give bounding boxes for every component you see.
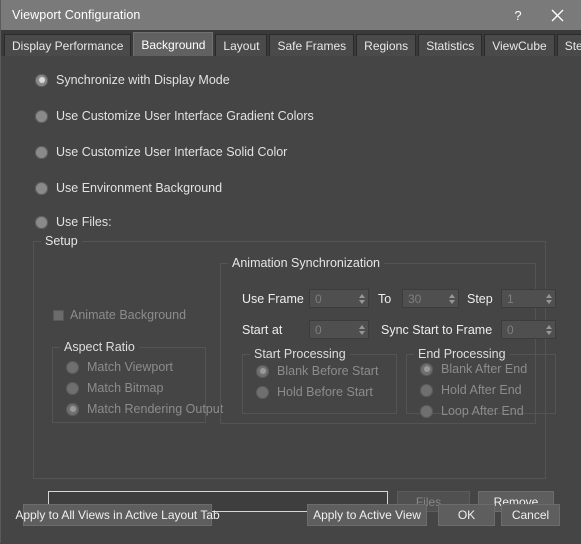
spinner-arrows-icon[interactable] xyxy=(445,290,458,307)
radio-indicator xyxy=(35,145,48,159)
use-frame-spinner[interactable]: 0 xyxy=(309,289,369,308)
end-option-hold-after-end[interactable]: Hold After End xyxy=(420,383,522,397)
option-label: Use Environment Background xyxy=(56,181,223,195)
tab-display-performance[interactable]: Display Performance xyxy=(4,34,132,56)
option-label: Use Customize User Interface Gradient Co… xyxy=(56,109,314,123)
option-label: Match Viewport xyxy=(87,360,173,374)
to-frame-value: 30 xyxy=(408,291,422,306)
use-frame-label: Use Frame xyxy=(242,292,304,306)
window-title: Viewport Configuration xyxy=(12,8,141,22)
aspect-option-match-rendering-output[interactable]: Match Rendering Output xyxy=(66,402,223,416)
option-label: Match Rendering Output xyxy=(87,402,224,416)
option-use-customize-ui-solid-color[interactable]: Use Customize User Interface Solid Color xyxy=(35,145,287,159)
option-label: Use Customize User Interface Solid Color xyxy=(56,145,288,159)
aspect-option-match-viewport[interactable]: Match Viewport xyxy=(66,360,173,374)
cancel-button[interactable]: Cancel xyxy=(501,504,560,526)
tab-safe-frames[interactable]: Safe Frames xyxy=(269,34,355,56)
sync-start-to-frame-spinner[interactable]: 0 xyxy=(501,320,556,339)
option-use-environment-background[interactable]: Use Environment Background xyxy=(35,181,222,195)
step-value: 1 xyxy=(507,291,514,306)
tab-regions[interactable]: Regions xyxy=(356,34,417,56)
animate-background-label: Animate Background xyxy=(70,308,187,322)
option-label: Blank After End xyxy=(441,362,528,376)
radio-indicator xyxy=(66,381,79,395)
start-at-spinner[interactable]: 0 xyxy=(309,320,369,339)
aspect-option-match-bitmap[interactable]: Match Bitmap xyxy=(66,381,163,395)
end-processing-group-title: End Processing xyxy=(414,347,510,361)
radio-indicator xyxy=(256,364,269,378)
radio-indicator xyxy=(35,215,48,229)
to-frame-spinner[interactable]: 30 xyxy=(402,289,459,308)
end-processing-group: End Processing Blank After End Hold Afte… xyxy=(406,347,556,418)
step-label: Step xyxy=(467,292,493,306)
option-label: Hold Before Start xyxy=(277,385,373,399)
help-icon-glyph: ? xyxy=(514,7,522,23)
use-frame-value: 0 xyxy=(315,291,322,306)
option-label: Match Bitmap xyxy=(87,381,164,395)
radio-indicator xyxy=(66,360,79,374)
end-option-blank-after-end[interactable]: Blank After End xyxy=(420,362,527,376)
radio-indicator xyxy=(420,362,433,376)
radio-indicator xyxy=(35,73,48,87)
radio-indicator xyxy=(35,181,48,195)
option-use-files[interactable]: Use Files: xyxy=(35,215,112,229)
animation-sync-group-title: Animation Synchronization xyxy=(228,256,384,270)
animate-background-checkbox[interactable]: Animate Background xyxy=(53,308,186,322)
radio-indicator xyxy=(420,404,433,418)
start-processing-group-title: Start Processing xyxy=(250,347,350,361)
aspect-ratio-group: Aspect Ratio Match Viewport Match Bitmap… xyxy=(52,340,223,423)
end-option-loop-after-end[interactable]: Loop After End xyxy=(420,404,524,418)
tab-bar: Display Performance Background Layout Sa… xyxy=(1,30,581,57)
close-icon[interactable] xyxy=(540,0,574,30)
start-option-blank-before-start[interactable]: Blank Before Start xyxy=(256,364,378,378)
apply-to-active-view-button[interactable]: Apply to Active View xyxy=(307,504,427,526)
help-icon[interactable]: ? xyxy=(501,0,535,30)
tab-background[interactable]: Background xyxy=(133,32,214,56)
option-label: Synchronize with Display Mode xyxy=(56,73,230,87)
ok-button[interactable]: OK xyxy=(438,504,495,526)
spinner-arrows-icon[interactable] xyxy=(542,290,555,307)
start-at-label: Start at xyxy=(242,323,283,337)
apply-to-all-views-button[interactable]: Apply to All Views in Active Layout Tab xyxy=(15,504,220,526)
radio-indicator xyxy=(35,109,48,123)
radio-indicator xyxy=(256,385,269,399)
tab-viewcube[interactable]: ViewCube xyxy=(484,34,555,56)
spinner-arrows-icon[interactable] xyxy=(355,321,368,338)
close-icon-glyph xyxy=(551,9,563,21)
option-label: Loop After End xyxy=(441,404,524,418)
tab-steeringwheels[interactable]: SteeringWheels xyxy=(556,34,581,56)
option-label: Use Files: xyxy=(56,215,112,229)
to-label: To xyxy=(378,292,392,306)
spinner-arrows-icon[interactable] xyxy=(355,290,368,307)
start-processing-group: Start Processing Blank Before Start Hold… xyxy=(242,347,397,414)
option-use-customize-ui-gradient-colors[interactable]: Use Customize User Interface Gradient Co… xyxy=(35,109,314,123)
tab-statistics[interactable]: Statistics xyxy=(418,34,483,56)
aspect-ratio-group-title: Aspect Ratio xyxy=(60,340,139,354)
step-spinner[interactable]: 1 xyxy=(501,289,556,308)
sync-start-value: 0 xyxy=(507,322,514,337)
animation-synchronization-group: Animation Synchronization Use Frame 0 To… xyxy=(220,256,556,424)
radio-indicator xyxy=(66,402,79,416)
background-tab-panel: Synchronize with Display Mode Use Custom… xyxy=(1,56,581,544)
tab-layout[interactable]: Layout xyxy=(215,34,268,56)
spinner-arrows-icon[interactable] xyxy=(542,321,555,338)
start-option-hold-before-start[interactable]: Hold Before Start xyxy=(256,385,373,399)
option-label: Hold After End xyxy=(441,383,522,397)
option-label: Blank Before Start xyxy=(277,364,379,378)
checkbox-indicator xyxy=(53,309,64,321)
setup-group: Setup Animate Background Aspect Ratio Ma… xyxy=(33,234,556,479)
setup-group-title: Setup xyxy=(41,234,82,248)
title-bar: Viewport Configuration ? xyxy=(1,0,581,30)
viewport-configuration-dialog: Viewport Configuration ? Display Perform… xyxy=(0,0,581,544)
option-synchronize-with-display-mode[interactable]: Synchronize with Display Mode xyxy=(35,73,230,87)
start-at-value: 0 xyxy=(315,322,322,337)
radio-indicator xyxy=(420,383,433,397)
sync-start-to-frame-label: Sync Start to Frame xyxy=(381,323,493,337)
